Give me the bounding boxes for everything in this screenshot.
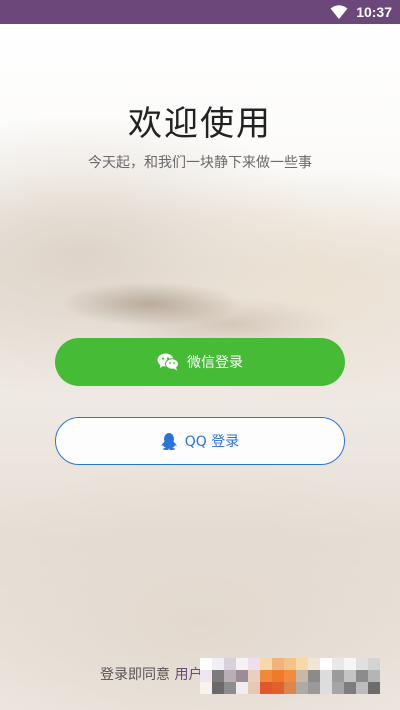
user-agreement-link[interactable]: 用户 (174, 667, 202, 683)
wifi-icon (330, 5, 348, 19)
agreement-prefix: 登录即同意 (100, 667, 175, 683)
redacted-mosaic (200, 658, 380, 696)
qq-icon (160, 432, 177, 450)
wechat-login-button[interactable]: 微信登录 (55, 338, 345, 386)
welcome-subtitle: 今天起，和我们一块静下来做一些事 (88, 155, 312, 171)
qq-login-button[interactable]: QQ 登录 (55, 417, 345, 465)
status-time: 10:37 (356, 4, 392, 20)
wechat-login-label: 微信登录 (187, 355, 243, 371)
qq-login-label: QQ 登录 (184, 434, 240, 450)
wechat-icon (157, 353, 179, 371)
status-bar: 10:37 (0, 0, 400, 24)
agreement-text: 登录即同意 用户 (100, 664, 202, 684)
welcome-title: 欢迎使用 (128, 104, 272, 144)
